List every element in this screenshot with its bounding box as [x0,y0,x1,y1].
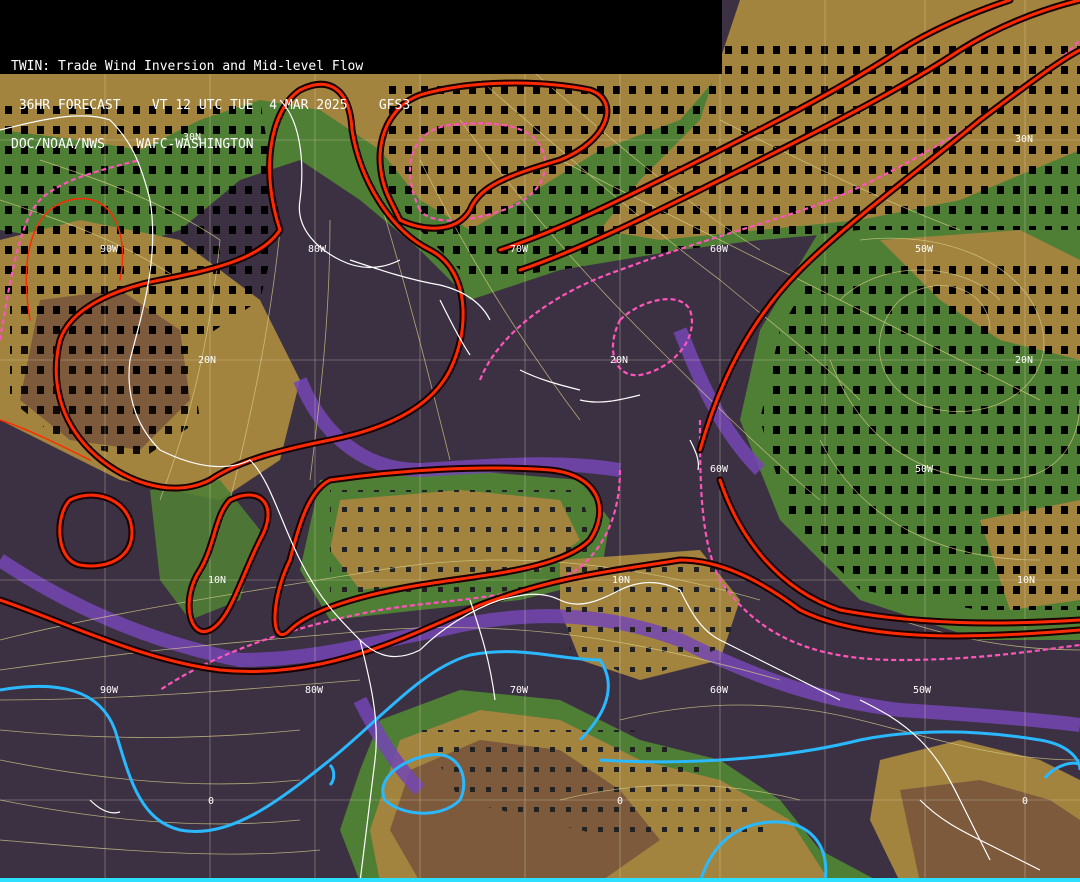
issuing-agency: DOC/NOAA/NWS WAFC-WASHINGTON [11,137,254,152]
lat-label-20n-west: 20N [198,355,216,366]
lon-label-60w-mid: 60W [710,464,729,475]
lat-label-10n-center: 10N [612,575,630,586]
lon-label-80w-bottom: 80W [305,685,324,696]
lat-label-0-west: 0 [208,796,214,807]
lat-label-30n-east: 30N [1015,134,1033,145]
lat-label-10n-east: 10N [1017,575,1035,586]
lon-label-90w-bottom: 90W [100,685,119,696]
lat-label-0-east: 0 [1022,796,1028,807]
lon-label-70w-bottom: 70W [510,685,529,696]
lat-label-10n-west: 10N [208,575,226,586]
bottom-border [0,878,1080,882]
lon-label-70w-top: 70W [510,244,529,255]
forecast-validity: 36HR FORECAST VT 12 UTC TUE 4 MAR 2025 G… [11,98,411,113]
lon-label-50w-mid: 50W [915,464,934,475]
lat-label-20n-center: 20N [610,355,628,366]
lon-label-50w-top: 50W [915,244,934,255]
product-title: TWIN: Trade Wind Inversion and Mid-level… [11,59,364,74]
lon-label-50w-bottom: 50W [913,685,932,696]
lon-label-60w-top: 60W [710,244,729,255]
lon-label-80w-top: 80W [308,244,327,255]
lat-label-20n-east: 20N [1015,355,1033,366]
lon-label-60w-bottom: 60W [710,685,729,696]
forecast-header: TWIN: Trade Wind Inversion and Mid-level… [0,0,722,151]
lon-label-90w-top: 90W [100,244,119,255]
lat-label-0-center: 0 [617,796,623,807]
